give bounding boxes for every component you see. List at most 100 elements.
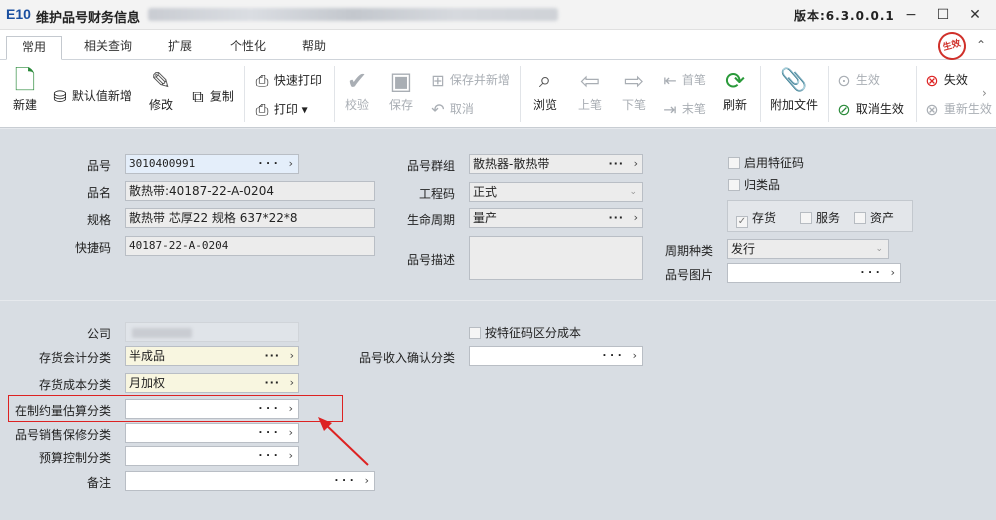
save-new-button[interactable]: ⊞ 保存并新增 [430,71,510,90]
scroll-right-icon[interactable]: › [982,86,987,100]
cancel-button[interactable]: ↶ 取消 [430,100,474,119]
attach-file-button[interactable]: 📎 附加文件 [766,66,822,113]
revenue-recog-field[interactable]: ··· › [469,346,643,366]
tab-help[interactable]: 帮助 [290,36,338,60]
lifecycle-field[interactable]: 量产 ··· › [469,208,643,228]
menu-tabs: 常用 相关查询 扩展 个性化 帮助 [0,30,996,60]
toolbar-divider [334,66,335,122]
inv-cost-value: 月加权 [129,376,166,390]
chevron-down-icon[interactable]: ⌄ [875,240,883,258]
checkbox-box [800,212,812,224]
chevron-right-icon[interactable]: › [287,447,294,465]
prev-button[interactable]: ⇦ 上笔 [574,66,606,113]
toolbar-divider [244,66,245,122]
more-icon[interactable]: ··· [333,472,356,490]
more-icon[interactable]: ··· [257,447,280,465]
lifecycle-value: 量产 [473,211,498,225]
print-label: 打印 [273,102,298,117]
enable-feature-code-checkbox[interactable]: 启用特征码 [728,154,804,171]
spec-field[interactable]: 散热带 芯厚22 规格 637*22*8 [125,208,375,228]
engineering-code-select[interactable]: 正式 ⌄ [469,182,643,202]
more-icon[interactable]: ··· [601,347,624,365]
company-field [125,322,299,342]
cancel-effective-button[interactable]: ⊘ 取消生效 [836,100,904,119]
item-name-field[interactable]: 散热带:40187-22-A-0204 [125,181,375,201]
blurred-company-value [132,328,192,338]
chevron-down-icon[interactable]: ⌄ [629,183,637,201]
minimize-button[interactable]: − [900,4,922,26]
cancel-effective-label: 取消生效 [855,102,904,116]
classified-checkbox[interactable]: 归类品 [728,176,780,193]
browse-button[interactable]: ⌕ 浏览 [528,66,562,113]
tab-related-query[interactable]: 相关查询 [74,36,142,60]
item-image-field[interactable]: ··· › [727,263,901,283]
more-icon[interactable]: ··· [608,209,624,227]
version-label: 版本:6.3.0.0.1 [794,9,895,23]
tab-common[interactable]: 常用 [6,36,62,60]
divider [0,128,996,129]
quick-code-field[interactable]: 40187-22-A-0204 [125,236,375,256]
chevron-right-icon[interactable]: › [290,374,294,392]
item-no-field[interactable]: 3010400991 ··· › [125,154,299,174]
cycle-type-select[interactable]: 发行 ⌄ [727,239,889,259]
first-button[interactable]: ⇤ 首笔 [662,71,706,90]
asset-checkbox[interactable]: 资产 [854,209,894,226]
item-group-field[interactable]: 散热器-散热带 ··· › [469,154,643,174]
invalid-icon: ⊗ [925,71,939,90]
refresh-button[interactable]: ⟳ 刷新 [718,66,752,113]
enable-feature-code-label: 启用特征码 [744,156,805,170]
save-icon: ▣ [389,67,413,95]
inventory-checkbox[interactable]: ✓ 存货 [736,209,776,228]
more-icon[interactable]: ··· [264,374,280,392]
asset-label: 资产 [870,211,895,225]
close-button[interactable]: ✕ [964,4,986,26]
chevron-right-icon[interactable]: › [287,155,294,173]
annotation-arrow-icon [318,417,369,466]
next-button[interactable]: ⇨ 下笔 [618,66,650,113]
cost-by-feature-checkbox[interactable]: 按特征码区分成本 [469,324,581,341]
chevron-right-icon[interactable]: › [363,472,370,490]
chevron-right-icon[interactable]: › [634,155,638,173]
re-effective-label: 重新生效 [943,102,992,116]
chevron-right-icon[interactable]: › [631,347,638,365]
more-icon[interactable]: ··· [608,155,624,173]
validate-icon: ✔ [346,67,368,95]
sales-warranty-field[interactable]: ··· › [125,423,299,443]
toolbar-divider [828,66,829,122]
budget-control-field[interactable]: ··· › [125,446,299,466]
effective-button[interactable]: ⊙ 生效 [836,71,880,90]
default-new-button[interactable]: ⛁ 默认值新增 [52,87,132,106]
more-icon[interactable]: ··· [264,347,280,365]
remark-field[interactable]: ··· › [125,471,375,491]
first-icon: ⇤ [663,71,677,90]
chevron-right-icon[interactable]: › [287,424,294,442]
item-desc-textarea[interactable] [469,236,643,280]
service-checkbox[interactable]: 服务 [800,209,840,226]
more-icon[interactable]: ··· [257,424,280,442]
inv-cost-label: 存货成本分类 [38,378,111,392]
app-logo: E10 [6,6,31,22]
tab-extend[interactable]: 扩展 [156,36,204,60]
more-icon[interactable]: ··· [257,155,280,173]
chevron-right-icon[interactable]: › [290,347,294,365]
more-icon[interactable]: ··· [859,264,882,282]
save-button[interactable]: ▣ 保存 [384,66,418,113]
quick-print-button[interactable]: ⎙ 快速打印 [254,71,322,91]
invalid-button[interactable]: ⊗ 失效 [924,71,968,90]
modify-button[interactable]: ✎ 修改 [142,66,180,113]
chevron-right-icon[interactable]: › [889,264,896,282]
check-circle-icon: ⊙ [837,71,851,90]
new-button[interactable]: 🗋 新建 [8,66,42,113]
chevron-right-icon[interactable]: › [634,209,638,227]
validate-button[interactable]: ✔ 校验 [340,66,374,113]
collapse-ribbon-icon[interactable]: ⌃ [976,38,986,52]
last-button[interactable]: ⇥ 末笔 [662,100,706,119]
inv-cost-field[interactable]: 月加权 ··· › [125,373,299,393]
tab-personalize[interactable]: 个性化 [220,36,276,60]
re-effective-button[interactable]: ⊗ 重新生效 [924,100,992,119]
print-button[interactable]: ⎙ 打印 ▾ [254,100,308,120]
inv-accounting-field[interactable]: 半成品 ··· › [125,346,299,366]
maximize-button[interactable]: ☐ [932,4,954,26]
sales-warranty-label: 品号销售保修分类 [14,428,111,442]
copy-button[interactable]: ⧉ 复制 [190,87,234,107]
